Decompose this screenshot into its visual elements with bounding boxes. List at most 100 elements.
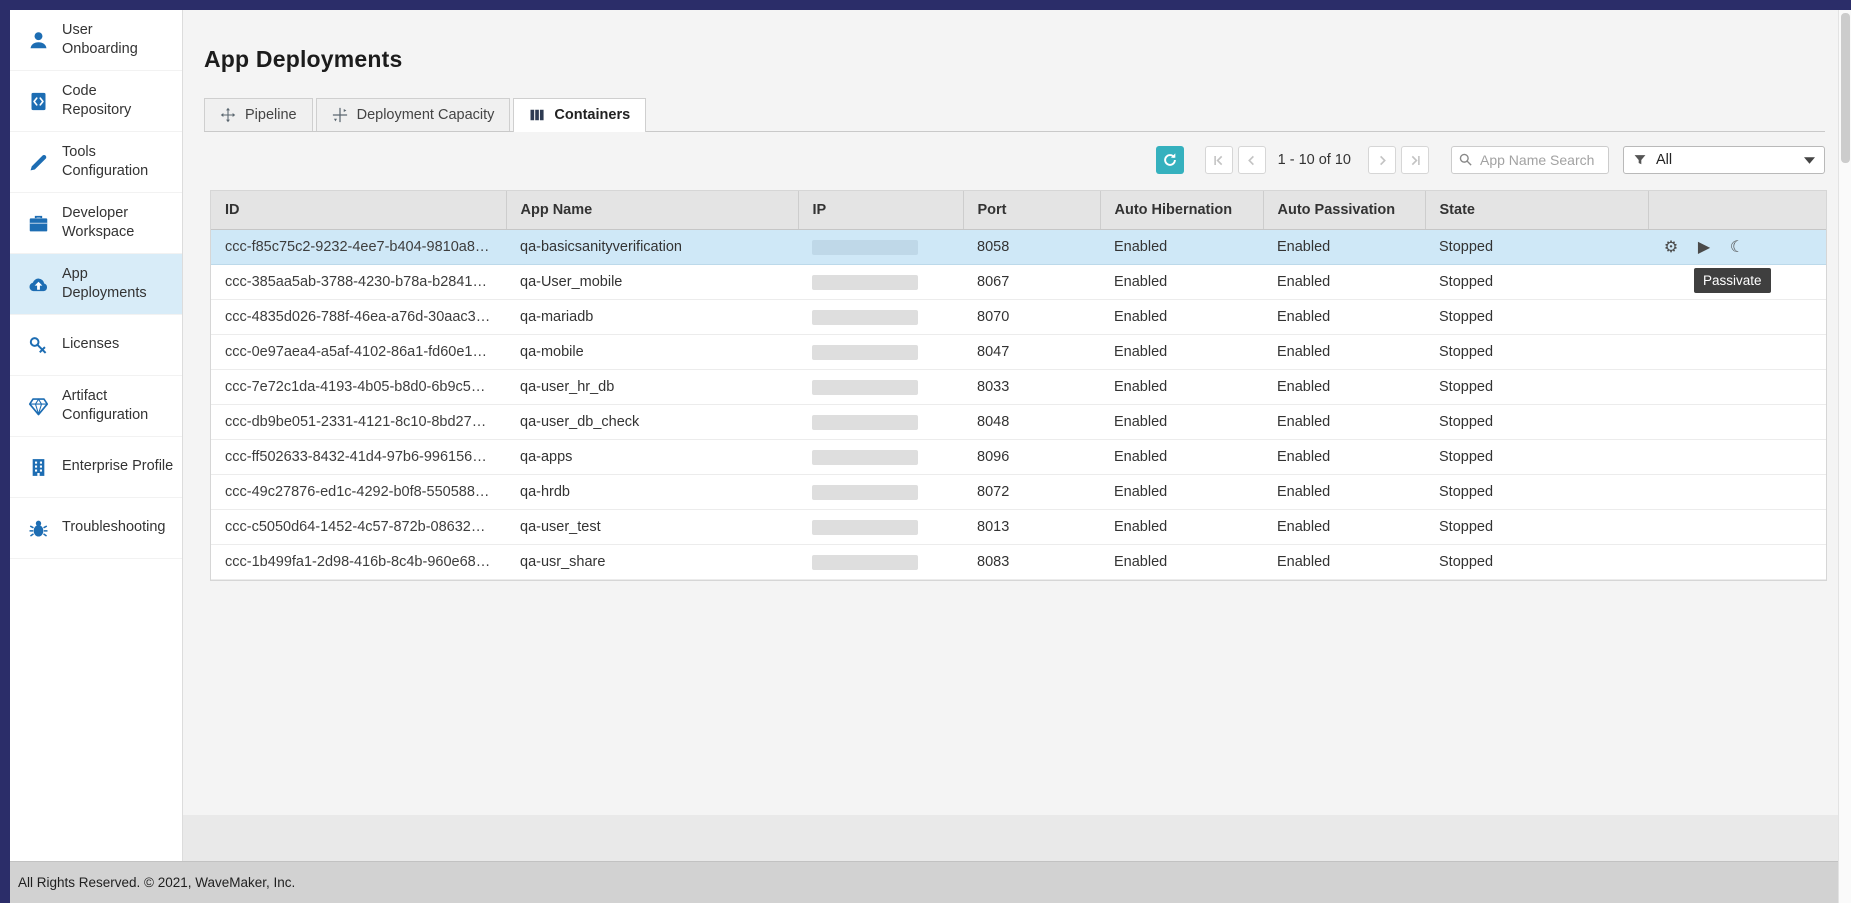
table-row[interactable]: ccc-7e72c1da-4193-4b05-b8d0-6b9c54…qa-us…: [211, 370, 1826, 405]
cell-app-name: qa-basicsanityverification: [506, 230, 798, 265]
cell-ip: [798, 405, 963, 440]
cell-actions: [1648, 475, 1826, 510]
sidebar-nav: User Onboarding Code Repository Tools Conf…: [10, 10, 182, 559]
passivate-icon: ☾︎: [1730, 239, 1744, 255]
ip-redacted-value: [812, 345, 918, 360]
cell-state: Stopped: [1425, 230, 1648, 265]
cell-auto-passivation: Enabled: [1263, 545, 1425, 580]
column-header-auto-passivation[interactable]: Auto Passivation: [1263, 191, 1425, 230]
tab-deployment-capacity[interactable]: Deployment Capacity: [316, 98, 511, 131]
cell-id: ccc-49c27876-ed1c-4292-b0f8-550588…: [211, 475, 506, 510]
building-icon: [28, 457, 49, 478]
sidebar-item-troubleshooting[interactable]: Troubleshooting: [10, 498, 182, 559]
table-row[interactable]: ccc-db9be051-2331-4121-8c10-8bd277…qa-us…: [211, 405, 1826, 440]
scrollbar-thumb[interactable]: [1841, 13, 1850, 163]
cell-ip: [798, 545, 963, 580]
cell-actions: [1648, 545, 1826, 580]
cell-auto-hibernation: Enabled: [1100, 230, 1263, 265]
table-header-row: IDApp NameIPPortAuto HibernationAuto Pas…: [211, 191, 1826, 230]
left-accent-strip: [0, 0, 10, 903]
sidebar-item-developer-workspace[interactable]: Developer Workspace: [10, 193, 182, 254]
cell-auto-hibernation: Enabled: [1100, 405, 1263, 440]
refresh-button[interactable]: [1156, 146, 1184, 174]
column-header-port[interactable]: Port: [963, 191, 1100, 230]
sidebar-item-artifact-configuration[interactable]: Artifact Configuration: [10, 376, 182, 437]
sidebar-item-label: Developer Workspace: [62, 204, 134, 242]
last-page-icon: [1408, 153, 1423, 168]
page-title: App Deployments: [204, 46, 1851, 73]
cell-state: Stopped: [1425, 335, 1648, 370]
table-row[interactable]: ccc-4835d026-788f-46ea-a76d-30aac3…qa-ma…: [211, 300, 1826, 335]
column-header-id[interactable]: ID: [211, 191, 506, 230]
pagination-last-button[interactable]: [1401, 146, 1429, 174]
cell-ip: [798, 335, 963, 370]
sidebar-item-licenses[interactable]: Licenses: [10, 315, 182, 376]
cell-app-name: qa-hrdb: [506, 475, 798, 510]
scrollbar-track[interactable]: [1838, 10, 1851, 903]
sidebar-item-code-repository[interactable]: Code Repository: [10, 71, 182, 132]
toolbar: 1 - 10 of 10 All: [183, 146, 1825, 174]
play-icon: ▶︎: [1698, 239, 1710, 255]
capacity-icon: [332, 107, 348, 123]
row-action-start[interactable]: ▶︎: [1695, 236, 1713, 258]
table-body: ccc-f85c75c2-9232-4ee7-b404-9810a8…qa-ba…: [211, 230, 1826, 580]
cell-auto-hibernation: Enabled: [1100, 335, 1263, 370]
cell-app-name: qa-user_hr_db: [506, 370, 798, 405]
ip-redacted-value: [812, 520, 918, 535]
column-header-app-name[interactable]: App Name: [506, 191, 798, 230]
row-action-settings[interactable]: ⚙︎: [1662, 236, 1680, 258]
tab-label: Deployment Capacity: [357, 107, 495, 123]
table-row[interactable]: ccc-1b499fa1-2d98-416b-8c4b-960e68…qa-us…: [211, 545, 1826, 580]
sidebar-item-label: Enterprise Profile: [62, 457, 173, 476]
column-header-auto-hibernation[interactable]: Auto Hibernation: [1100, 191, 1263, 230]
sidebar-item-user-onboarding[interactable]: User Onboarding: [10, 10, 182, 71]
chevron-down-icon: [1804, 157, 1815, 164]
table-row[interactable]: ccc-49c27876-ed1c-4292-b0f8-550588…qa-hr…: [211, 475, 1826, 510]
ip-redacted-value: [812, 275, 918, 290]
cell-ip: [798, 300, 963, 335]
row-action-passivate[interactable]: ☾︎: [1728, 236, 1746, 258]
cell-ip: [798, 370, 963, 405]
pagination-prev-button[interactable]: [1238, 146, 1266, 174]
column-header-ip[interactable]: IP: [798, 191, 963, 230]
tab-pipeline[interactable]: Pipeline: [204, 98, 313, 131]
cell-port: 8072: [963, 475, 1100, 510]
table-row[interactable]: ccc-c5050d64-1452-4c57-872b-086322…qa-us…: [211, 510, 1826, 545]
cell-auto-hibernation: Enabled: [1100, 475, 1263, 510]
ip-redacted-value: [812, 555, 918, 570]
tab-containers[interactable]: Containers: [513, 98, 646, 132]
cell-auto-passivation: Enabled: [1263, 475, 1425, 510]
ip-redacted-value: [812, 485, 918, 500]
table-row[interactable]: ccc-f85c75c2-9232-4ee7-b404-9810a8…qa-ba…: [211, 230, 1826, 265]
cell-ip: [798, 510, 963, 545]
column-header-state[interactable]: State: [1425, 191, 1648, 230]
pagination-next-button[interactable]: [1368, 146, 1396, 174]
tab-label: Pipeline: [245, 107, 297, 123]
sidebar: User Onboarding Code Repository Tools Conf…: [10, 10, 183, 861]
key-icon: [28, 335, 49, 356]
cell-state: Stopped: [1425, 300, 1648, 335]
search-input[interactable]: [1451, 146, 1609, 174]
column-header-actions: [1648, 191, 1826, 230]
cell-app-name: qa-user_db_check: [506, 405, 798, 440]
filter-icon: [1633, 153, 1647, 167]
cell-ip: [798, 475, 963, 510]
table-row[interactable]: ccc-ff502633-8432-41d4-97b6-996156…qa-ap…: [211, 440, 1826, 475]
content-bottom-strip: [183, 815, 1851, 861]
pagination-first-button[interactable]: [1205, 146, 1233, 174]
cell-state: Stopped: [1425, 510, 1648, 545]
filter-selected-value: All: [1656, 152, 1672, 168]
sidebar-item-enterprise-profile[interactable]: Enterprise Profile: [10, 437, 182, 498]
refresh-icon: [1162, 152, 1178, 168]
cell-actions: ⚙︎ ▶︎ ☾︎: [1648, 230, 1826, 265]
table-row[interactable]: ccc-0e97aea4-a5af-4102-86a1-fd60e16…qa-m…: [211, 335, 1826, 370]
table-row[interactable]: ccc-385aa5ab-3788-4230-b78a-b2841c…qa-Us…: [211, 265, 1826, 300]
sidebar-item-label: Code Repository: [62, 82, 131, 120]
sidebar-item-tools-configuration[interactable]: Tools Configuration: [10, 132, 182, 193]
cell-auto-hibernation: Enabled: [1100, 370, 1263, 405]
filter-dropdown[interactable]: All: [1623, 146, 1825, 174]
sidebar-item-app-deployments[interactable]: App Deployments: [10, 254, 182, 315]
sidebar-item-label: Licenses: [62, 335, 119, 354]
code-repository-icon: [28, 91, 49, 112]
cell-auto-passivation: Enabled: [1263, 230, 1425, 265]
